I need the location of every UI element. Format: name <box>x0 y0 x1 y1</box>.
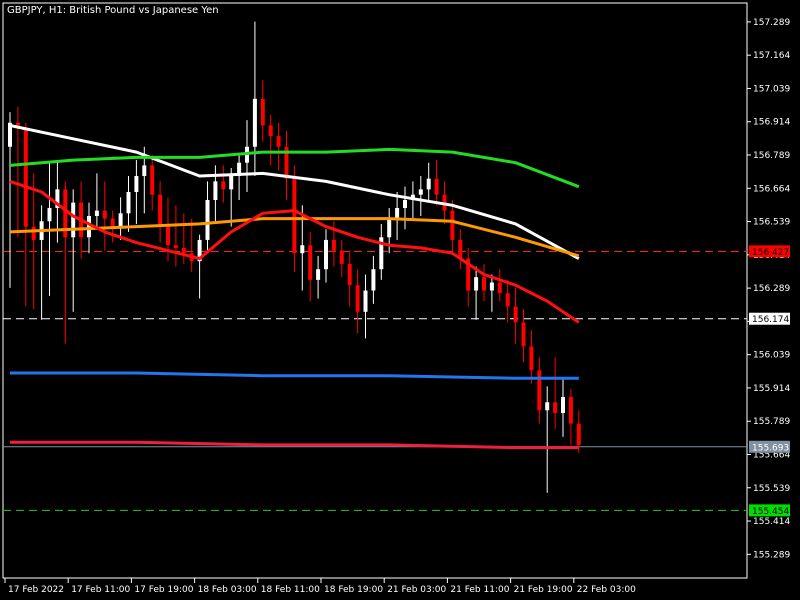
candle-body <box>276 136 281 147</box>
candle-body <box>474 277 479 291</box>
time-axis[interactable]: 17 Feb 2022 17 Feb 11:00 17 Feb 19:00 18 Fe… <box>4 578 636 595</box>
candle-body <box>110 218 115 227</box>
chart-title: GBPJPY, H1: British Pound vs Japanese Ye… <box>7 5 219 16</box>
candle-body <box>395 207 400 219</box>
time-tick-label: 21 Feb 11:00 <box>450 585 509 595</box>
time-tick-label: 21 Feb 19:00 <box>514 585 573 595</box>
candle-body <box>94 210 99 216</box>
candle-body <box>181 247 186 254</box>
candle-body <box>142 165 147 177</box>
candle-body <box>529 346 534 371</box>
candle-body <box>497 282 502 294</box>
candle-body <box>537 370 542 411</box>
candle-body <box>292 178 297 254</box>
time-tick-label: 18 Feb 11:00 <box>261 585 320 595</box>
time-tick-label: 17 Feb 19:00 <box>134 585 193 595</box>
candle-body <box>450 210 455 240</box>
candle-body <box>268 125 273 137</box>
candle-body <box>252 98 257 147</box>
candle-body <box>347 263 352 286</box>
price-level-label: 155.693 <box>752 443 789 453</box>
candle-body <box>363 290 368 312</box>
candle-body <box>316 269 321 280</box>
price-tick-label: 155.789 <box>753 417 790 427</box>
price-tick-label: 156.539 <box>753 218 790 228</box>
price-tick-label: 157.164 <box>753 51 790 61</box>
candle-body <box>513 306 518 323</box>
price-tick-label: 157.039 <box>753 84 790 94</box>
candle-body <box>387 218 392 238</box>
price-tick-label: 156.664 <box>753 184 790 194</box>
candle-body <box>403 199 407 208</box>
price-tick-label: 155.914 <box>753 384 790 394</box>
candle-body <box>521 322 526 347</box>
candle-body <box>229 176 234 190</box>
price-tick-label: 156.039 <box>753 351 790 361</box>
candle-body <box>458 239 463 259</box>
time-tick-label: 17 Feb 11:00 <box>71 585 130 595</box>
candle-body <box>300 245 305 254</box>
candle-body <box>158 194 163 227</box>
candle-body <box>150 165 155 195</box>
candle-body <box>339 250 344 264</box>
candle-body <box>576 423 581 445</box>
candle-body <box>166 226 170 246</box>
price-level-label: 156.174 <box>752 315 789 325</box>
candle-body <box>47 207 52 222</box>
candle-body <box>205 199 210 240</box>
candle-body <box>331 239 336 251</box>
price-tick-label: 156.789 <box>753 151 790 161</box>
candle-body <box>489 282 494 291</box>
price-tick-label: 156.914 <box>753 118 790 128</box>
price-tick-label: 156.289 <box>753 284 790 294</box>
candle-body <box>71 202 76 238</box>
candle-body <box>173 245 178 248</box>
candle-body <box>426 178 431 190</box>
candle-body <box>561 396 565 413</box>
price-tick-label: 155.414 <box>753 517 790 527</box>
candle-body <box>102 210 107 219</box>
moving-average-line <box>10 371 579 380</box>
candle-body <box>260 98 265 126</box>
time-tick-label: 22 Feb 03:00 <box>577 585 636 595</box>
price-tick-label: 155.539 <box>753 484 790 494</box>
candle-body <box>23 128 28 227</box>
price-axis[interactable]: 157.289 157.164 157.039 156.914 156.789 156.6… <box>747 18 790 560</box>
price-chart[interactable]: 157.289 157.164 157.039 156.914 156.789 156.6… <box>0 0 800 600</box>
candles <box>8 21 581 493</box>
candle-body <box>221 181 226 190</box>
price-tick-label: 155.289 <box>753 550 790 560</box>
candle-body <box>87 215 91 238</box>
candle-body <box>505 293 510 307</box>
price-tick-label: 157.289 <box>753 18 790 28</box>
candle-body <box>355 285 360 312</box>
time-tick-label: 21 Feb 03:00 <box>387 585 446 595</box>
candle-body <box>434 178 439 195</box>
candle-body <box>324 239 328 270</box>
candle-body <box>213 181 218 200</box>
time-tick-label: 18 Feb 19:00 <box>324 585 383 595</box>
candle-body <box>418 189 423 195</box>
candle-body <box>371 269 376 291</box>
candle-body <box>308 245 313 280</box>
candle-body <box>545 402 550 411</box>
price-level-label: 155.454 <box>752 507 789 517</box>
candle-body <box>482 277 486 291</box>
candle-body <box>553 402 558 413</box>
candle-body <box>568 396 573 424</box>
candle-body <box>126 192 131 214</box>
price-level-label: 156.427 <box>752 248 789 258</box>
candle-body <box>134 176 139 193</box>
time-tick-label: 17 Feb 2022 <box>8 585 64 595</box>
candle-body <box>31 226 36 240</box>
time-tick-label: 18 Feb 03:00 <box>198 585 257 595</box>
candle-body <box>118 213 123 227</box>
